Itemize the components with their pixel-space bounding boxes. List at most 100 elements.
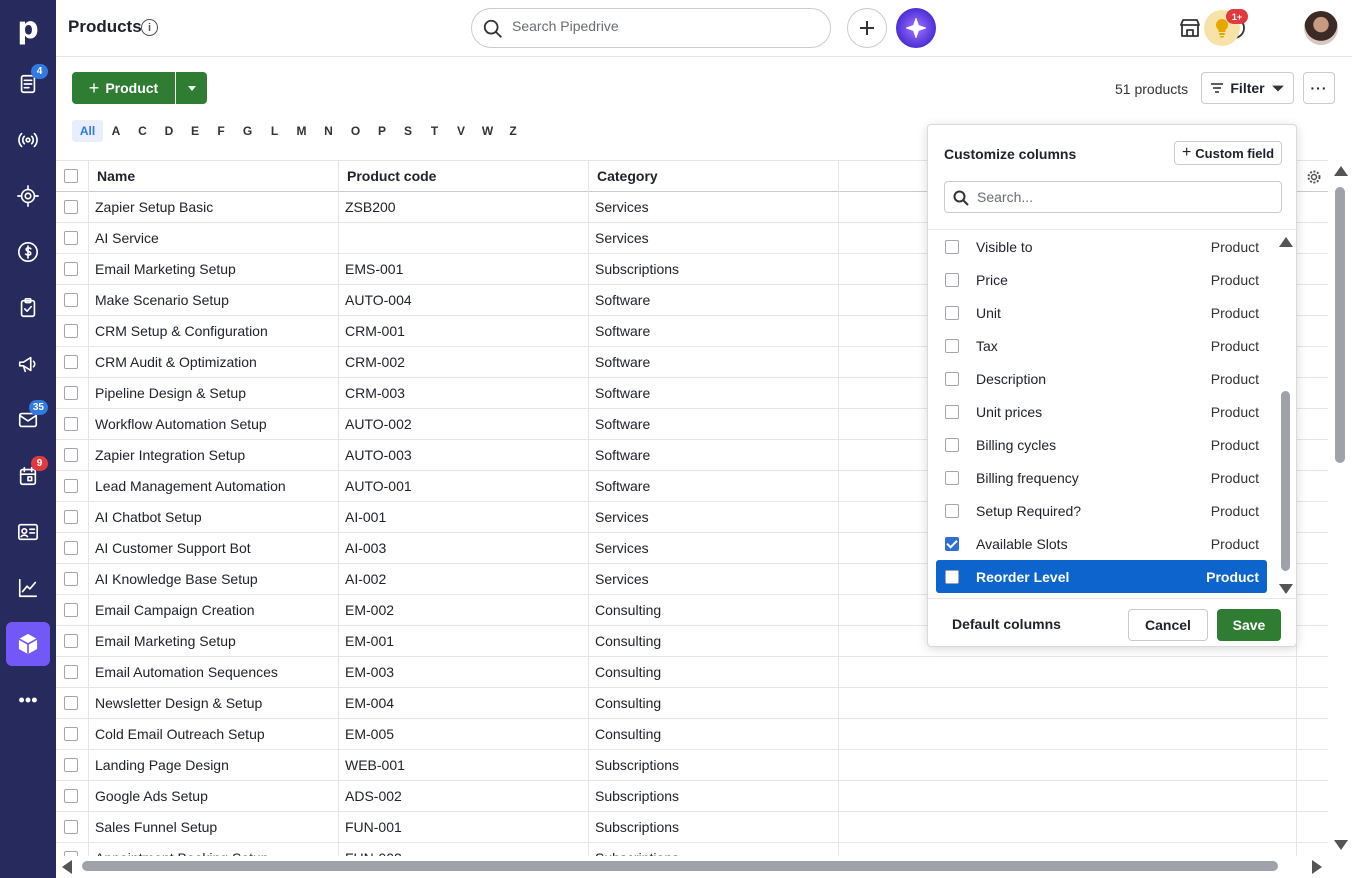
column-header-name[interactable]: Name: [89, 161, 339, 192]
add-options-dropdown[interactable]: [176, 72, 207, 104]
sidebar-item-broadcast[interactable]: [6, 118, 50, 162]
product-name-cell[interactable]: AI Customer Support Bot: [89, 533, 339, 563]
alphabet-letter-s[interactable]: S: [395, 120, 421, 142]
sidebar-item-mail[interactable]: 35: [6, 398, 50, 442]
product-code-cell[interactable]: EM-002: [339, 595, 589, 625]
product-code-cell[interactable]: CRM-002: [339, 347, 589, 377]
column-option[interactable]: Reorder Level Product: [936, 560, 1267, 593]
column-option[interactable]: Price Product: [936, 263, 1267, 296]
column-option-checkbox[interactable]: [945, 371, 959, 386]
product-name-cell[interactable]: Newsletter Design & Setup: [89, 688, 339, 718]
scroll-left-arrow[interactable]: [62, 860, 72, 874]
sidebar-item-dollar[interactable]: [6, 230, 50, 274]
row-checkbox[interactable]: [64, 789, 78, 803]
product-code-cell[interactable]: FUN-002: [339, 843, 589, 856]
product-code-cell[interactable]: AUTO-004: [339, 285, 589, 315]
column-option[interactable]: Description Product: [936, 362, 1267, 395]
alphabet-letter-l[interactable]: L: [261, 120, 288, 142]
row-checkbox[interactable]: [64, 262, 78, 276]
row-checkbox[interactable]: [64, 448, 78, 462]
global-search[interactable]: [471, 8, 831, 48]
product-code-cell[interactable]: AI-002: [339, 564, 589, 594]
avatar[interactable]: [1304, 11, 1338, 45]
category-cell[interactable]: Consulting: [589, 595, 839, 625]
alphabet-letter-all[interactable]: All: [72, 120, 103, 142]
row-checkbox[interactable]: [64, 293, 78, 307]
sidebar-item-contacts[interactable]: [6, 510, 50, 554]
category-cell[interactable]: Subscriptions: [589, 254, 839, 284]
category-cell[interactable]: Software: [589, 440, 839, 470]
sidebar-item-deals[interactable]: 4: [6, 62, 50, 106]
scroll-up-arrow[interactable]: [1334, 166, 1348, 176]
product-name-cell[interactable]: Appointment Booking Setup: [89, 843, 339, 856]
filter-button[interactable]: Filter: [1201, 72, 1294, 104]
product-code-cell[interactable]: ADS-002: [339, 781, 589, 811]
product-name-cell[interactable]: Pipeline Design & Setup: [89, 378, 339, 408]
row-checkbox[interactable]: [64, 758, 78, 772]
column-option-checkbox[interactable]: [945, 305, 959, 320]
row-checkbox[interactable]: [64, 572, 78, 586]
row-checkbox[interactable]: [64, 696, 78, 710]
product-code-cell[interactable]: AUTO-003: [339, 440, 589, 470]
table-row[interactable]: Email Automation Sequences EM-003 Consulti…: [56, 657, 1328, 688]
alphabet-letter-c[interactable]: C: [129, 120, 156, 142]
marketplace-icon[interactable]: [1178, 16, 1202, 40]
product-name-cell[interactable]: Workflow Automation Setup: [89, 409, 339, 439]
alphabet-letter-t[interactable]: T: [421, 120, 448, 142]
custom-field-button[interactable]: + Custom field: [1174, 141, 1282, 165]
product-name-cell[interactable]: Make Scenario Setup: [89, 285, 339, 315]
category-cell[interactable]: Subscriptions: [589, 750, 839, 780]
column-search-input[interactable]: [977, 189, 1267, 205]
cancel-button[interactable]: Cancel: [1128, 609, 1208, 641]
table-row[interactable]: Appointment Booking SetupFUN-002Subscrip…: [56, 843, 1328, 856]
category-cell[interactable]: Services: [589, 502, 839, 532]
sidebar-item-clipboard[interactable]: [6, 286, 50, 330]
list-scroll-up-arrow[interactable]: [1279, 237, 1293, 247]
row-checkbox[interactable]: [64, 510, 78, 524]
column-option-checkbox[interactable]: [945, 470, 959, 485]
category-cell[interactable]: Consulting: [589, 719, 839, 749]
category-cell[interactable]: Services: [589, 533, 839, 563]
column-option-checkbox[interactable]: [945, 239, 959, 254]
category-cell[interactable]: Software: [589, 471, 839, 501]
pipedrive-logo[interactable]: p: [0, 0, 56, 56]
row-checkbox[interactable]: [64, 541, 78, 555]
column-option-checkbox[interactable]: [945, 272, 959, 287]
category-cell[interactable]: Software: [589, 316, 839, 346]
scroll-down-arrow[interactable]: [1334, 840, 1348, 850]
alphabet-letter-m[interactable]: M: [288, 120, 315, 142]
horizontal-scrollbar[interactable]: [56, 856, 1330, 878]
alphabet-letter-g[interactable]: G: [234, 120, 261, 142]
alphabet-letter-p[interactable]: P: [369, 120, 395, 142]
category-cell[interactable]: Software: [589, 285, 839, 315]
search-input[interactable]: [512, 18, 812, 34]
alphabet-letter-e[interactable]: E: [182, 120, 208, 142]
column-option-checkbox[interactable]: [945, 437, 959, 452]
alphabet-letter-f[interactable]: F: [208, 120, 234, 142]
product-name-cell[interactable]: AI Service: [89, 223, 339, 253]
column-option[interactable]: Visible to Product: [936, 230, 1267, 263]
category-cell[interactable]: Software: [589, 378, 839, 408]
product-name-cell[interactable]: Email Marketing Setup: [89, 254, 339, 284]
sidebar-item-chart[interactable]: [6, 566, 50, 610]
row-checkbox[interactable]: [64, 324, 78, 338]
product-name-cell[interactable]: Cold Email Outreach Setup: [89, 719, 339, 749]
category-cell[interactable]: Subscriptions: [589, 812, 839, 842]
product-name-cell[interactable]: Email Marketing Setup: [89, 626, 339, 656]
category-cell[interactable]: Subscriptions: [589, 781, 839, 811]
product-name-cell[interactable]: Sales Funnel Setup: [89, 812, 339, 842]
row-checkbox[interactable]: [64, 355, 78, 369]
sidebar-item-calendar[interactable]: 9: [6, 454, 50, 498]
column-option-checkbox[interactable]: [945, 404, 959, 419]
alphabet-letter-n[interactable]: N: [315, 120, 342, 142]
scroll-right-arrow[interactable]: [1312, 860, 1322, 874]
product-code-cell[interactable]: EM-003: [339, 657, 589, 687]
category-cell[interactable]: Software: [589, 409, 839, 439]
product-code-cell[interactable]: FUN-001: [339, 812, 589, 842]
product-code-cell[interactable]: WEB-001: [339, 750, 589, 780]
sidebar-item-megaphone[interactable]: [6, 342, 50, 386]
ai-assistant-button[interactable]: [896, 8, 936, 48]
category-cell[interactable]: Subscriptions: [589, 843, 839, 856]
product-code-cell[interactable]: [339, 223, 589, 253]
row-checkbox[interactable]: [64, 231, 78, 245]
